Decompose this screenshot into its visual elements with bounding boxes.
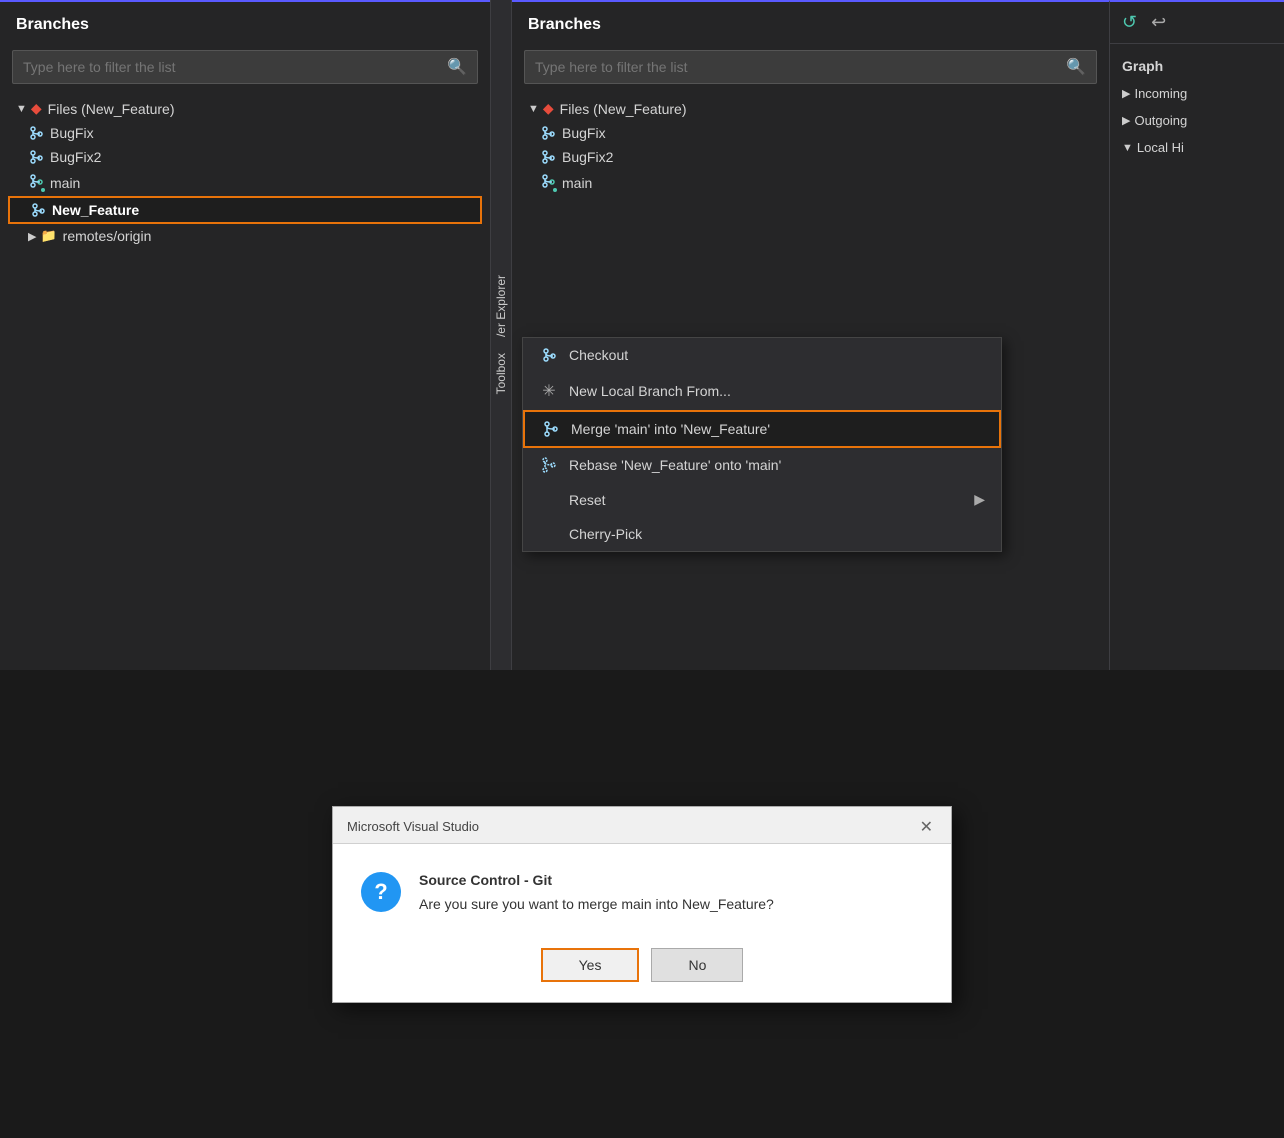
context-menu-rebase[interactable]: Rebase 'New_Feature' onto 'main' xyxy=(523,448,1001,482)
right-branches-panel: Branches 🔍 ▼ ◆ Files (New_Feature) xyxy=(512,0,1109,670)
right-tree: ▼ ◆ Files (New_Feature) BugFix xyxy=(512,96,1109,196)
left-tree: ▼ ◆ Files (New_Feature) BugFix xyxy=(0,96,490,248)
left-branch-main[interactable]: main xyxy=(8,169,482,196)
reset-submenu-arrow: ▶ xyxy=(974,491,985,508)
rebase-icon xyxy=(539,457,559,473)
vertical-tabs: /er Explorer Toolbox xyxy=(490,0,512,670)
outgoing-section[interactable]: ▶ Outgoing xyxy=(1118,107,1276,134)
dialog-question-icon: ? xyxy=(361,872,401,912)
local-history-section[interactable]: ▼ Local Hi xyxy=(1118,134,1276,161)
context-menu-cherry-pick[interactable]: Cherry-Pick xyxy=(523,517,1001,551)
dialog-source-label: Source Control - Git xyxy=(419,872,774,888)
merge-label: Merge 'main' into 'New_Feature' xyxy=(571,421,770,437)
left-files-label: Files (New_Feature) xyxy=(48,101,175,117)
context-menu-merge[interactable]: Merge 'main' into 'New_Feature' xyxy=(523,410,1001,448)
refresh-button[interactable]: ↺ xyxy=(1118,10,1141,35)
graph-label: Graph xyxy=(1118,52,1276,80)
left-remotes-origin[interactable]: ▶ 📁 remotes/origin xyxy=(8,224,482,248)
new-branch-icon: ✳ xyxy=(539,381,559,401)
back-button[interactable]: ↩ xyxy=(1147,10,1170,35)
local-history-arrow: ▼ xyxy=(1122,142,1133,154)
merge-icon xyxy=(541,421,561,437)
incoming-section[interactable]: ▶ Incoming xyxy=(1118,80,1276,107)
context-menu-checkout[interactable]: Checkout xyxy=(523,338,1001,372)
left-files-arrow: ▼ xyxy=(16,103,27,115)
right-files-arrow: ▼ xyxy=(528,103,539,115)
dialog-body: ? Source Control - Git Are you sure you … xyxy=(333,844,951,936)
dialog-text-area: Source Control - Git Are you sure you wa… xyxy=(419,872,774,912)
left-remotes-origin-label: remotes/origin xyxy=(63,228,152,244)
left-filter-input[interactable] xyxy=(23,59,447,75)
left-branch-icon-new-feature xyxy=(30,202,46,218)
left-panel-title: Branches xyxy=(0,2,490,44)
dialog-yes-button[interactable]: Yes xyxy=(541,948,640,982)
left-branch-bugfix-label: BugFix xyxy=(50,125,94,141)
far-right-panel: ↺ ↩ Graph ▶ Incoming ▶ Outgoing ▼ Local … xyxy=(1109,0,1284,670)
left-branches-panel: Branches 🔍 ▼ ◆ Files (New_Feature) xyxy=(0,0,490,670)
outgoing-arrow: ▶ xyxy=(1122,114,1130,127)
right-panel-title: Branches xyxy=(512,2,1109,44)
left-search-icon: 🔍 xyxy=(447,57,467,77)
dialog-close-button[interactable]: ✕ xyxy=(916,817,937,837)
left-remotes-arrow: ▶ xyxy=(28,230,36,243)
reset-label: Reset xyxy=(569,492,606,508)
rebase-label: Rebase 'New_Feature' onto 'main' xyxy=(569,457,781,473)
left-files-parent[interactable]: ▼ ◆ Files (New_Feature) xyxy=(8,96,482,121)
left-remote-folder-icon: 📁 xyxy=(40,228,56,244)
right-filter-box[interactable]: 🔍 xyxy=(524,50,1097,84)
left-branch-icon-bugfix xyxy=(28,125,44,141)
vertical-tab-toolbox[interactable]: Toolbox xyxy=(494,345,508,402)
left-branch-icon-bugfix2 xyxy=(28,149,44,165)
outgoing-label: Outgoing xyxy=(1134,113,1187,128)
dialog-title: Microsoft Visual Studio xyxy=(347,819,479,834)
main-active-dot xyxy=(40,187,46,193)
left-branch-bugfix2-label: BugFix2 xyxy=(50,149,101,165)
right-search-icon: 🔍 xyxy=(1066,57,1086,77)
right-branch-icon-main xyxy=(540,173,556,192)
left-diamond-icon: ◆ xyxy=(31,100,42,117)
left-branch-new-feature[interactable]: New_Feature xyxy=(8,196,482,224)
left-filter-box[interactable]: 🔍 xyxy=(12,50,478,84)
left-branch-bugfix[interactable]: BugFix xyxy=(8,121,482,145)
dialog-no-button[interactable]: No xyxy=(651,948,743,982)
dialog-footer: Yes No xyxy=(333,936,951,1002)
right-branch-icon-bugfix xyxy=(540,125,556,141)
dialog-overlay: Microsoft Visual Studio ✕ ? Source Contr… xyxy=(0,670,1284,1138)
context-menu: Checkout ✳ New Local Branch From... xyxy=(522,337,1002,552)
dialog: Microsoft Visual Studio ✕ ? Source Contr… xyxy=(332,806,952,1003)
checkout-icon xyxy=(539,347,559,363)
vertical-tab-explorer[interactable]: /er Explorer xyxy=(494,267,508,345)
right-branch-main[interactable]: main xyxy=(520,169,1101,196)
right-files-parent[interactable]: ▼ ◆ Files (New_Feature) xyxy=(520,96,1101,121)
right-branch-bugfix-label: BugFix xyxy=(562,125,606,141)
right-main-active-dot xyxy=(552,187,558,193)
checkout-label: Checkout xyxy=(569,347,628,363)
incoming-arrow: ▶ xyxy=(1122,87,1130,100)
dialog-message: Are you sure you want to merge main into… xyxy=(419,896,774,912)
bottom-area: Microsoft Visual Studio ✕ ? Source Contr… xyxy=(0,670,1284,1138)
right-files-label: Files (New_Feature) xyxy=(560,101,687,117)
right-branch-bugfix2-label: BugFix2 xyxy=(562,149,613,165)
new-branch-label: New Local Branch From... xyxy=(569,383,731,399)
right-branch-icon-bugfix2 xyxy=(540,149,556,165)
right-diamond-icon: ◆ xyxy=(543,100,554,117)
cherry-pick-label: Cherry-Pick xyxy=(569,526,642,542)
dialog-titlebar: Microsoft Visual Studio ✕ xyxy=(333,807,951,844)
left-branch-main-label: main xyxy=(50,175,80,191)
right-branch-main-label: main xyxy=(562,175,592,191)
far-right-toolbar: ↺ ↩ xyxy=(1110,2,1284,44)
context-menu-new-branch[interactable]: ✳ New Local Branch From... xyxy=(523,372,1001,410)
far-right-content: Graph ▶ Incoming ▶ Outgoing ▼ Local Hi xyxy=(1110,44,1284,169)
left-branch-new-feature-label: New_Feature xyxy=(52,202,139,218)
left-branch-icon-main xyxy=(28,173,44,192)
right-filter-input[interactable] xyxy=(535,59,1066,75)
incoming-label: Incoming xyxy=(1134,86,1187,101)
right-branch-bugfix[interactable]: BugFix xyxy=(520,121,1101,145)
context-menu-reset[interactable]: Reset ▶ xyxy=(523,482,1001,517)
local-history-label: Local Hi xyxy=(1137,140,1184,155)
left-branch-bugfix2[interactable]: BugFix2 xyxy=(8,145,482,169)
right-branch-bugfix2[interactable]: BugFix2 xyxy=(520,145,1101,169)
